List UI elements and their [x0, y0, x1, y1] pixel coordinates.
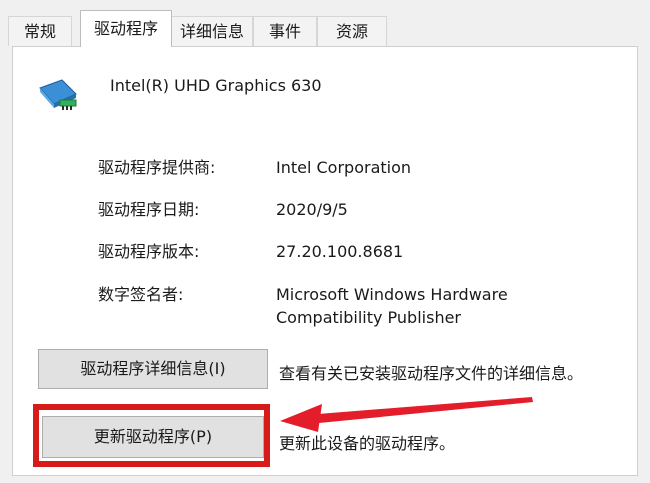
tab-driver[interactable]: 驱动程序: [80, 10, 172, 47]
provider-value: Intel Corporation: [276, 158, 412, 177]
tab-events[interactable]: 事件: [253, 16, 317, 46]
update-driver-button[interactable]: 更新驱动程序(P): [42, 416, 264, 458]
date-value: 2020/9/5: [276, 200, 348, 219]
driver-details-button[interactable]: 驱动程序详细信息(I): [38, 349, 268, 389]
tab-details[interactable]: 详细信息: [171, 16, 253, 46]
version-label: 驱动程序版本:: [98, 242, 200, 261]
device-name: Intel(R) UHD Graphics 630: [110, 76, 322, 95]
signer-value-line2: Compatibility Publisher: [276, 308, 461, 327]
version-value: 27.20.100.8681: [276, 242, 404, 261]
update-driver-desc: 更新此设备的驱动程序。: [279, 434, 456, 453]
driver-details-desc: 查看有关已安装驱动程序文件的详细信息。: [279, 364, 584, 383]
tab-strip: 常规 驱动程序 详细信息 事件 资源: [8, 10, 628, 47]
provider-label: 驱动程序提供商:: [98, 158, 216, 177]
display-adapter-icon: [39, 79, 77, 110]
signer-value-line1: Microsoft Windows Hardware: [276, 285, 508, 304]
tab-resources[interactable]: 资源: [317, 16, 387, 46]
signer-label: 数字签名者:: [98, 285, 184, 304]
tab-general[interactable]: 常规: [8, 16, 72, 46]
date-label: 驱动程序日期:: [98, 200, 200, 219]
